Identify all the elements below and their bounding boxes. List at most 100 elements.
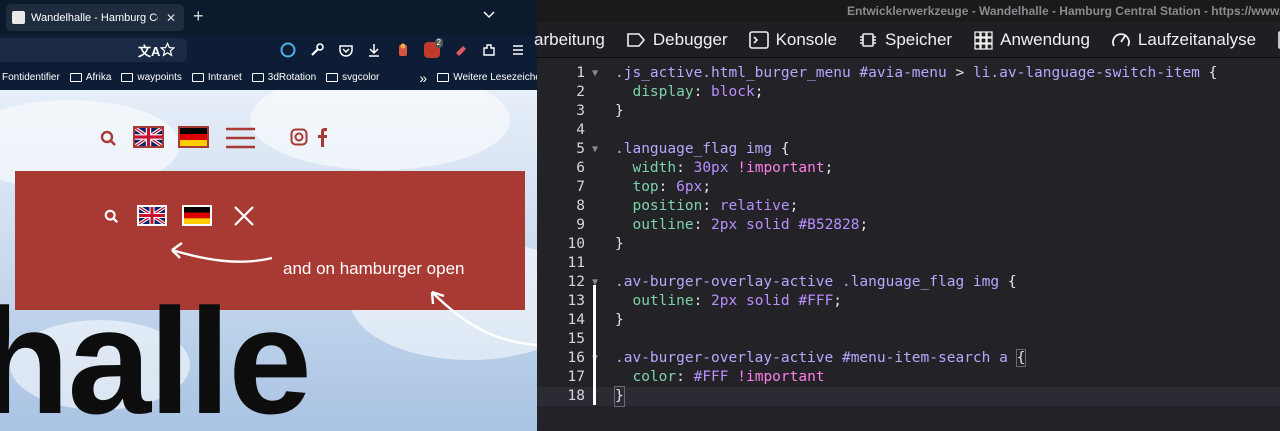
download-icon[interactable] (366, 42, 382, 58)
code-line: 14} (537, 311, 1280, 330)
tab-label: Anwendung (1000, 29, 1090, 49)
line-number: 7 (576, 179, 585, 195)
folder-icon (69, 73, 82, 82)
bookmark-label: waypoints (137, 72, 182, 83)
bookmark-item[interactable]: waypoints (121, 72, 182, 83)
eraser-icon[interactable] (453, 42, 469, 58)
code-line: 11 (537, 254, 1280, 273)
extension-badge-icon[interactable]: 2 (424, 38, 443, 58)
tab-storage[interactable]: Speicher (858, 30, 952, 50)
extension-red-icon[interactable] (395, 42, 411, 58)
code-line: 16▼.av-burger-overlay-active #menu-item-… (537, 349, 1280, 368)
bookmarks-overflow-button[interactable]: » (419, 70, 427, 86)
tab-label: Laufzeitanalyse (1137, 29, 1257, 49)
bookmark-star-icon[interactable] (160, 42, 175, 57)
tab-application[interactable]: Anwendung (973, 30, 1090, 50)
line-number: 6 (576, 160, 585, 176)
code-line: 10} (537, 235, 1280, 254)
tab-bar: Wandelhalle - Hamburg Central ✕ + (0, 0, 537, 35)
url-bar[interactable]: 文A (0, 38, 187, 62)
code-editor[interactable]: 1 ▼ .js_active.html_burger_menu #avia-menu… (537, 58, 1280, 431)
fold-arrow-icon[interactable]: ▼ (592, 64, 598, 83)
console-icon (748, 30, 769, 49)
debugger-icon (627, 32, 645, 47)
line-number: 3 (576, 103, 585, 119)
code-line: 2 display: block; (537, 83, 1280, 102)
extension-badge-count: 2 (434, 38, 443, 48)
code-text: .av-burger-overlay-active .language_flag… (615, 274, 1017, 290)
devtools-title: Entwicklerwerkzeuge - Wandelhalle - Hamb… (537, 0, 1280, 22)
line-number: 12 (567, 274, 585, 290)
extensions-puzzle-icon[interactable] (481, 42, 497, 58)
account-icon[interactable] (280, 42, 296, 58)
line-number: 4 (576, 122, 585, 138)
line-number: 16 (567, 350, 585, 366)
devtools-tabs: arbeitung Debugger Konsole Speicher Anwe… (534, 22, 1280, 58)
code-line: 4 (537, 121, 1280, 140)
code-text: } (615, 103, 624, 119)
code-line: 13 outline: 2px solid #FFF; (537, 292, 1280, 311)
bookmark-label: Weitere Lesezeichen (453, 72, 537, 83)
favicon-icon (12, 11, 25, 24)
line-number: 8 (576, 198, 585, 214)
tab-title: Wandelhalle - Hamburg Central (31, 11, 158, 24)
tab-label: arbeitung (534, 29, 605, 49)
folder-icon (326, 73, 339, 82)
folder-icon (121, 73, 134, 82)
bookmarks-bar: Fontidentifier Afrika waypoints Intranet… (0, 65, 537, 90)
line-number: 17 (567, 369, 585, 385)
pocket-icon[interactable] (338, 42, 354, 58)
code-text: width: 30px !important; (632, 160, 834, 176)
code-text: } (614, 386, 625, 407)
tab-style-editor[interactable]: arbeitung (534, 30, 605, 50)
menu-icon[interactable] (510, 42, 526, 58)
fold-arrow-icon[interactable]: ▼ (592, 140, 598, 159)
folder-icon (191, 73, 204, 82)
grid-icon (974, 30, 993, 50)
gauge-icon (1112, 32, 1130, 46)
nav-toolbar: 文A 2 (0, 35, 537, 65)
bookmark-label: svgcolor (342, 72, 380, 83)
line-number: 18 (567, 388, 585, 404)
bookmark-label: Fontidentifier (2, 72, 60, 83)
code-text: position: relative; (632, 198, 799, 214)
bookmark-item[interactable]: 3dRotation (251, 72, 317, 83)
bookmark-label: Afrika (85, 72, 112, 83)
bookmark-item[interactable]: Weitere Lesezeichen (437, 72, 537, 83)
annotation-arrows (171, 242, 537, 347)
code-text: .language_flag img { (615, 141, 790, 157)
folder-icon (251, 73, 264, 82)
line-number: 14 (567, 312, 585, 328)
code-line: 15 (537, 330, 1280, 349)
bookmark-item[interactable]: Intranet (191, 72, 242, 83)
code-line: 7 top: 6px; (537, 178, 1280, 197)
web-page: halle and on hamburger open (0, 90, 537, 431)
bookmark-item[interactable]: Afrika (69, 72, 112, 83)
code-line: 9 outline: 2px solid #B52828; (537, 216, 1280, 235)
bookmark-item[interactable]: svgcolor (326, 72, 379, 83)
tab-console[interactable]: Konsole (748, 30, 837, 50)
translate-icon[interactable]: 文A (138, 41, 160, 60)
line-number: 2 (576, 84, 585, 100)
code-text: .js_active.html_burger_menu #avia-menu >… (615, 65, 1218, 81)
wrench-icon[interactable] (309, 42, 325, 58)
bookmark-item[interactable]: Fontidentifier (2, 72, 60, 83)
line-number: 5 (576, 141, 585, 157)
code-text: outline: 2px solid #B52828; (632, 217, 869, 233)
bookmark-label: 3dRotation (267, 72, 317, 83)
devtools-panel: Entwicklerwerkzeuge - Wandelhalle - Hamb… (534, 0, 1280, 431)
close-tab-icon[interactable]: ✕ (164, 11, 178, 25)
browser-tab[interactable]: Wandelhalle - Hamburg Central ✕ (6, 4, 184, 31)
tab-debugger[interactable]: Debugger (626, 30, 728, 50)
line-number: 1 (576, 65, 585, 81)
code-text: } (615, 312, 624, 328)
new-tab-button[interactable]: + (193, 6, 204, 27)
tab-list-chevron-icon[interactable] (482, 8, 496, 22)
tab-performance[interactable]: Laufzeitanalyse (1111, 30, 1256, 50)
code-line: 1 ▼ .js_active.html_burger_menu #avia-menu… (537, 64, 1280, 83)
line-number: 10 (567, 236, 585, 252)
code-text: display: block; (632, 84, 764, 100)
line-number: 9 (576, 217, 585, 233)
code-line: 8 position: relative; (537, 197, 1280, 216)
browser-window: Wandelhalle - Hamburg Central ✕ + 文A 2 (0, 0, 537, 431)
